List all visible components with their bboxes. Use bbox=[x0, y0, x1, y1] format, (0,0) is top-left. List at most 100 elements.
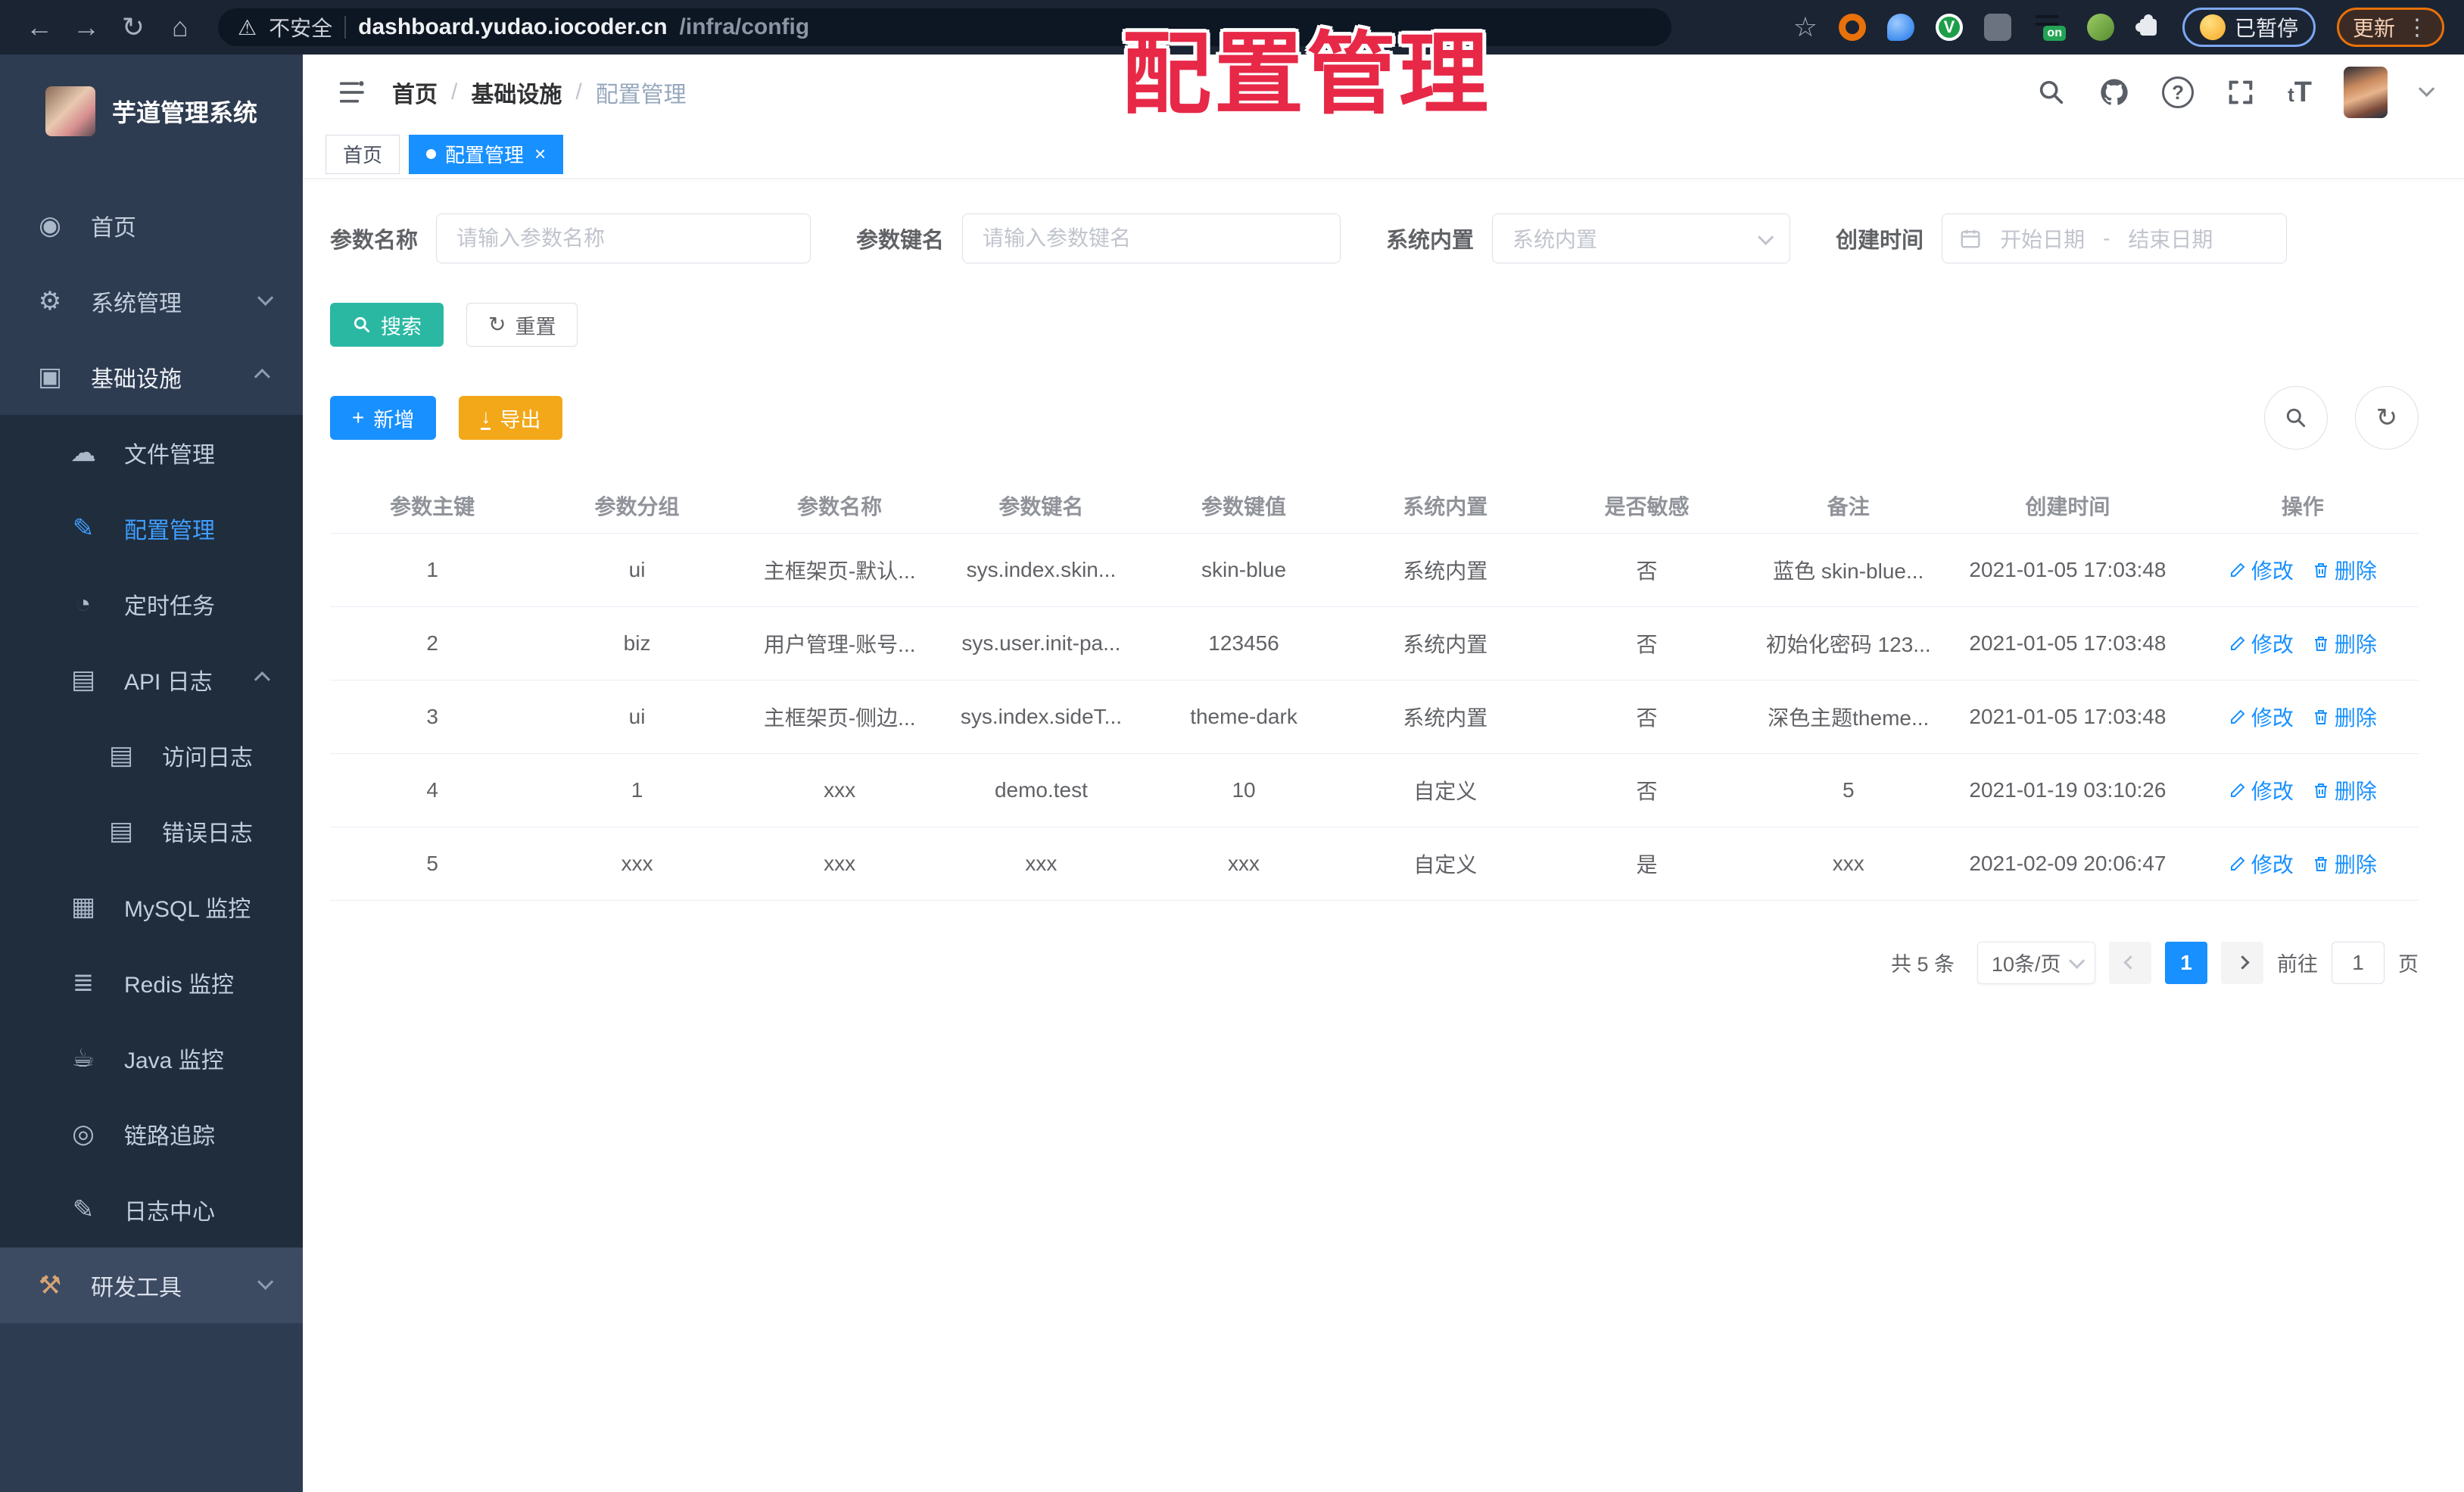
search-button-label: 搜索 bbox=[381, 315, 422, 338]
sidebar-item-label: 系统管理 bbox=[91, 291, 182, 316]
sidebar-item-access-log[interactable]: ▤ 访问日志 bbox=[0, 718, 303, 793]
cell-builtin: 自定义 bbox=[1344, 753, 1546, 827]
page-size-select[interactable]: 10条/页 bbox=[1977, 941, 2095, 984]
browser-forward-icon[interactable]: → bbox=[67, 8, 106, 47]
gear-icon: ⚙ bbox=[38, 287, 62, 316]
avatar-caret-icon[interactable] bbox=[2419, 80, 2435, 100]
trash-icon bbox=[2314, 709, 2327, 724]
trash-icon bbox=[2314, 562, 2327, 578]
sidebar-item-api-log[interactable]: ▤ API 日志 bbox=[0, 642, 303, 718]
cell-name: xxx bbox=[739, 827, 940, 901]
sidebar-item-trace[interactable]: ◎ 链路追踪 bbox=[0, 1096, 303, 1172]
param-name-input[interactable] bbox=[436, 213, 811, 263]
tab-home[interactable]: 首页 bbox=[326, 134, 400, 174]
logo-image bbox=[45, 86, 95, 136]
edit-icon bbox=[2230, 562, 2245, 577]
create-time-group: 创建时间 开始日期 - 结束日期 bbox=[1836, 213, 2288, 263]
database-icon: ≣ bbox=[72, 968, 95, 997]
breadcrumb-section[interactable]: 基础设施 bbox=[471, 76, 562, 109]
user-avatar[interactable] bbox=[2344, 67, 2388, 118]
help-icon[interactable]: ? bbox=[2162, 76, 2195, 108]
address-divider bbox=[344, 16, 347, 39]
toggle-search-button[interactable] bbox=[2264, 386, 2328, 450]
browser-home-icon[interactable]: ⌂ bbox=[160, 8, 200, 47]
sidebar-item-file[interactable]: ☁ 文件管理 bbox=[0, 415, 303, 491]
cell-remark: 初始化密码 123... bbox=[1748, 606, 1949, 681]
edit-link-label: 修改 bbox=[2251, 852, 2294, 877]
extension-gray-icon[interactable] bbox=[1983, 14, 2011, 41]
edit-link[interactable]: 修改 bbox=[2229, 555, 2294, 585]
profile-paused-pill[interactable]: 已暂停 bbox=[2182, 8, 2316, 47]
github-icon[interactable] bbox=[2098, 76, 2130, 108]
date-separator: - bbox=[2103, 226, 2110, 250]
browser-update-button[interactable]: 更新 ⋮ bbox=[2336, 8, 2444, 47]
sidebar-item-system[interactable]: ⚙ 系统管理 bbox=[0, 263, 303, 339]
edit-link[interactable]: 修改 bbox=[2229, 849, 2294, 879]
builtin-select[interactable]: 系统内置 bbox=[1492, 213, 1791, 263]
cell-created: 2021-01-05 17:03:48 bbox=[1948, 533, 2187, 607]
export-button[interactable]: ↓ 导出 bbox=[459, 396, 563, 440]
export-button-label: 导出 bbox=[500, 408, 541, 431]
extension-on-badge-icon[interactable]: on bbox=[2033, 14, 2066, 41]
date-range-picker[interactable]: 开始日期 - 结束日期 bbox=[1942, 213, 2288, 263]
sidebar-item-redis[interactable]: ≣ Redis 监控 bbox=[0, 945, 303, 1020]
extension-leaf-icon[interactable] bbox=[2086, 14, 2114, 41]
sidebar-item-dev-tools[interactable]: ⚒ 研发工具 bbox=[0, 1247, 303, 1323]
sidebar-logo-row[interactable]: 芋道管理系统 bbox=[0, 55, 303, 168]
delete-link[interactable]: 删除 bbox=[2312, 702, 2377, 732]
extension-orange-icon[interactable] bbox=[1838, 14, 1866, 41]
edit-link[interactable]: 修改 bbox=[2229, 628, 2294, 659]
address-bar[interactable]: ⚠ 不安全 dashboard.yudao.iocoder.cn /infra/… bbox=[218, 8, 1671, 46]
cell-created: 2021-01-19 03:10:26 bbox=[1948, 753, 2187, 827]
sidebar-item-home[interactable]: ◉ 首页 bbox=[0, 188, 303, 263]
delete-link[interactable]: 删除 bbox=[2312, 849, 2377, 879]
breadcrumb-home[interactable]: 首页 bbox=[392, 76, 438, 109]
sidebar-item-job[interactable]: ◔ 定时任务 bbox=[0, 566, 303, 642]
col-header-value: 参数键值 bbox=[1142, 478, 1345, 534]
goto-page-input[interactable] bbox=[2332, 941, 2385, 984]
search-button[interactable]: 搜索 bbox=[330, 303, 444, 347]
delete-link-label: 删除 bbox=[2334, 559, 2377, 583]
extension-green-v-icon[interactable]: V bbox=[1935, 14, 1963, 41]
browser-back-icon[interactable]: ← bbox=[20, 8, 59, 47]
sidebar-item-config[interactable]: ✎ 配置管理 bbox=[0, 491, 303, 566]
date-start-placeholder: 开始日期 bbox=[2000, 228, 2086, 251]
param-key-input[interactable] bbox=[962, 213, 1341, 263]
browser-menu-icon[interactable]: ⋮ bbox=[2406, 14, 2428, 41]
sidebar-menu: ◉ 首页 ⚙ 系统管理 ▣ 基础设施 ☁ 文件管理 ✎ 配置管理 ◔ 定时任务 … bbox=[0, 188, 303, 1323]
extensions-puzzle-icon[interactable] bbox=[2135, 14, 2161, 40]
extension-drop-icon[interactable] bbox=[1886, 14, 1914, 41]
sidebar-collapse-icon[interactable] bbox=[336, 77, 366, 107]
delete-link[interactable]: 删除 bbox=[2312, 628, 2377, 659]
page-number-active[interactable]: 1 bbox=[2165, 941, 2207, 984]
prev-page-button[interactable] bbox=[2109, 941, 2151, 984]
sidebar-item-infra[interactable]: ▣ 基础设施 bbox=[0, 339, 303, 415]
edit-link-label: 修改 bbox=[2251, 632, 2294, 656]
sidebar-item-log-center[interactable]: ✎ 日志中心 bbox=[0, 1172, 303, 1247]
table-row: 2 biz 用户管理-账号... sys.user.init-pa... 123456 系… bbox=[330, 606, 2419, 681]
delete-link[interactable]: 删除 bbox=[2312, 555, 2377, 585]
edit-link[interactable]: 修改 bbox=[2229, 702, 2294, 732]
url-path: /infra/config bbox=[679, 14, 810, 39]
close-icon[interactable]: × bbox=[534, 142, 546, 166]
sidebar-item-error-log[interactable]: ▤ 错误日志 bbox=[0, 793, 303, 869]
table-tools: ↻ bbox=[2264, 386, 2419, 450]
delete-link[interactable]: 删除 bbox=[2312, 775, 2377, 805]
sidebar-item-java[interactable]: ☕ Java 监控 bbox=[0, 1020, 303, 1096]
sidebar-item-mysql[interactable]: ▦ MySQL 监控 bbox=[0, 869, 303, 945]
add-button[interactable]: + 新增 bbox=[330, 396, 437, 440]
cell-pkey: demo.test bbox=[939, 753, 1143, 827]
next-page-button[interactable] bbox=[2221, 941, 2263, 984]
sidebar-item-label: 研发工具 bbox=[91, 1276, 182, 1300]
fullscreen-icon[interactable] bbox=[2226, 77, 2256, 107]
cell-builtin: 系统内置 bbox=[1344, 606, 1546, 681]
font-size-icon[interactable]: tT bbox=[2288, 76, 2312, 109]
reset-button[interactable]: ↻ 重置 bbox=[466, 303, 578, 347]
delete-link-label: 删除 bbox=[2334, 779, 2377, 803]
browser-reload-icon[interactable]: ↻ bbox=[114, 8, 153, 47]
refresh-table-button[interactable]: ↻ bbox=[2355, 386, 2419, 450]
edit-link[interactable]: 修改 bbox=[2229, 775, 2294, 805]
bookmark-star-icon[interactable]: ☆ bbox=[1793, 11, 1818, 43]
search-icon[interactable] bbox=[2036, 77, 2067, 107]
tab-config-active[interactable]: 配置管理 × bbox=[409, 134, 564, 174]
